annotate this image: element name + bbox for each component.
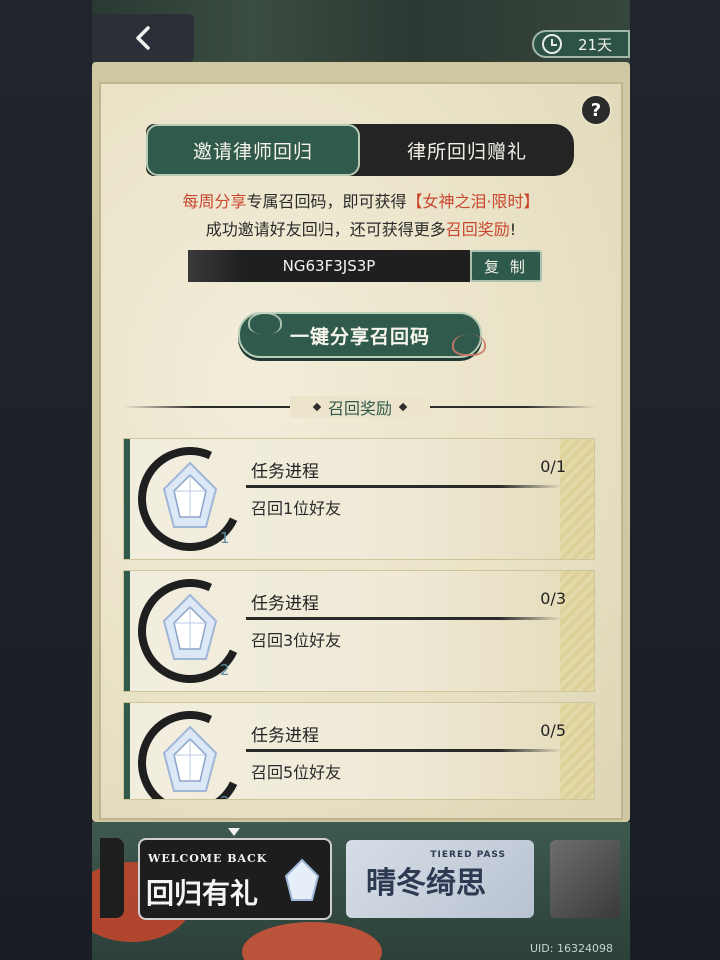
task-progress: 0/1 <box>540 457 566 476</box>
card-rule <box>246 749 562 752</box>
task-progress: 0/3 <box>540 589 566 608</box>
gem-icon <box>284 858 320 901</box>
clock-icon <box>542 34 562 54</box>
tab-invite-lawyer[interactable]: 邀请律师回归 <box>146 124 360 176</box>
info-highlight-recall-reward: 召回奖励 <box>445 220 510 239</box>
card-rule <box>246 617 562 620</box>
task-title: 任务进程 <box>251 726 319 746</box>
banner-next[interactable] <box>550 840 620 918</box>
card-accent-bar <box>124 703 130 799</box>
goddess-tear-gem-icon <box>162 593 218 660</box>
goddess-tear-gem-icon <box>162 725 218 792</box>
task-title: 任务进程 <box>251 594 319 614</box>
task-description: 召回1位好友 <box>251 499 342 518</box>
banner-welcome-back[interactable]: WELCOME BACK 回归有礼 <box>138 838 332 920</box>
reward-card: 2 任务进程 0/5 召回5位好友 <box>123 702 595 800</box>
flame-decoration <box>242 922 382 960</box>
task-title: 任务进程 <box>251 462 319 482</box>
card-stripe-decoration <box>560 703 594 799</box>
reward-card: 1 任务进程 0/1 召回1位好友 <box>123 438 595 560</box>
selected-indicator-icon <box>228 828 240 836</box>
info-text: 成功邀请好友回归，还可获得更多 <box>205 220 446 239</box>
rewards-section-title: 召回奖励 <box>290 396 430 418</box>
tab-return-gift[interactable]: 律所回归赠礼 <box>360 124 574 176</box>
copy-button[interactable]: 复 制 <box>470 250 542 282</box>
banner-title: 回归有礼 <box>146 877 259 910</box>
banner-previous[interactable] <box>100 838 124 918</box>
banner-subtitle: WELCOME BACK <box>148 852 268 865</box>
task-description: 召回5位好友 <box>251 763 342 782</box>
info-line-1: 每周分享专属召回码，即可获得【女神之泪·限时】 <box>99 188 623 212</box>
reward-quantity: 2 <box>220 793 230 799</box>
task-description: 召回3位好友 <box>251 631 342 650</box>
banner-title: 晴冬绮思 <box>366 866 486 901</box>
card-accent-bar <box>124 571 130 691</box>
diamond-ornament-icon <box>398 402 408 412</box>
recall-code-field: NG63F3JS3P <box>188 250 470 282</box>
banner-tiered-pass[interactable]: TIERED PASS 晴冬绮思 <box>346 840 534 918</box>
cloud-ornament-icon <box>452 334 486 356</box>
reward-card: 2 任务进程 0/3 召回3位好友 <box>123 570 595 692</box>
days-text: 21天 <box>578 35 613 54</box>
card-rule <box>246 485 562 488</box>
info-text: ! <box>509 220 517 239</box>
diamond-ornament-icon <box>312 402 322 412</box>
back-button[interactable] <box>92 14 194 62</box>
goddess-tear-gem-icon <box>162 461 218 528</box>
left-side-panel <box>0 0 92 960</box>
reward-quantity: 2 <box>220 661 230 679</box>
help-button[interactable]: ? <box>580 94 612 126</box>
card-accent-bar <box>124 439 130 559</box>
right-side-panel <box>630 0 720 960</box>
reward-quantity: 1 <box>220 529 230 547</box>
rewards-section-label: 召回奖励 <box>327 399 392 418</box>
info-text: 专属召回码，即可获得 <box>246 192 407 211</box>
chevron-left-icon <box>136 26 150 50</box>
days-remaining-badge: 21天 <box>532 30 630 58</box>
task-progress: 0/5 <box>540 721 566 740</box>
info-highlight-reward: 【女神之泪·限时】 <box>406 192 540 211</box>
cloud-ornament-icon <box>248 312 282 334</box>
info-highlight-weekly-share: 每周分享 <box>182 192 247 211</box>
uid-label: UID: 16324098 <box>530 942 613 955</box>
info-line-2: 成功邀请好友回归，还可获得更多召回奖励! <box>99 216 623 240</box>
